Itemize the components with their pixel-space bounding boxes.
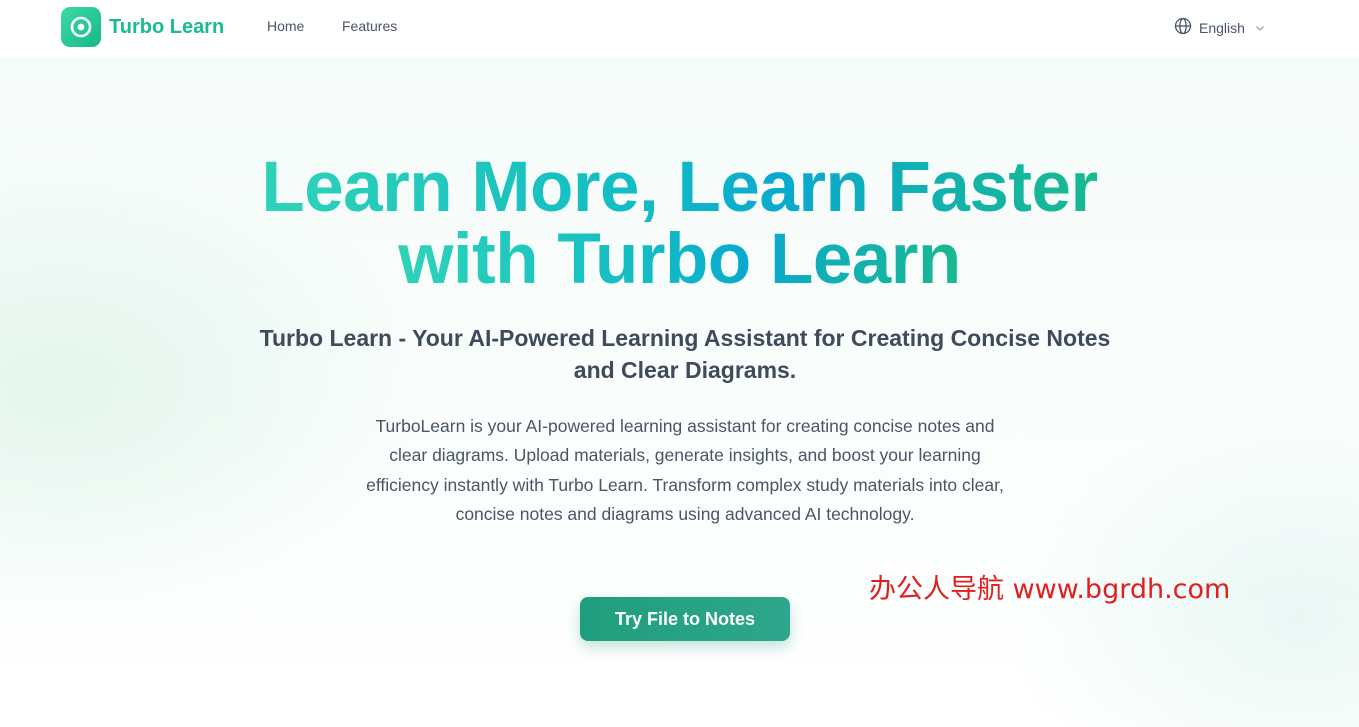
top-navbar: Turbo Learn Home Features English xyxy=(0,0,1359,58)
turbo-learn-logo-icon xyxy=(61,7,101,47)
brand-logo[interactable]: Turbo Learn xyxy=(61,7,224,47)
chevron-down-icon xyxy=(1255,20,1265,36)
try-file-to-notes-button[interactable]: Try File to Notes xyxy=(580,597,790,641)
language-label: English xyxy=(1199,19,1245,36)
hero-headline-line2: with Turbo Learn xyxy=(398,220,961,299)
globe-icon xyxy=(1174,17,1192,38)
nav-link-home[interactable]: Home xyxy=(267,18,304,34)
hero-headline: Learn More, Learn Faster with Turbo Lear… xyxy=(0,152,1359,296)
hero-description: TurboLearn is your AI-powered learning a… xyxy=(366,416,1004,524)
watermark-text: 办公人导航 www.bgrdh.com xyxy=(869,574,1231,605)
brand-name: Turbo Learn xyxy=(109,15,225,38)
hero-headline-line1: Learn More, Learn Faster xyxy=(261,148,1098,227)
nav-link-features[interactable]: Features xyxy=(342,18,397,34)
language-selector[interactable]: English xyxy=(1174,17,1265,38)
hero-subtitle: Turbo Learn - Your AI-Powered Learning A… xyxy=(259,325,1111,383)
